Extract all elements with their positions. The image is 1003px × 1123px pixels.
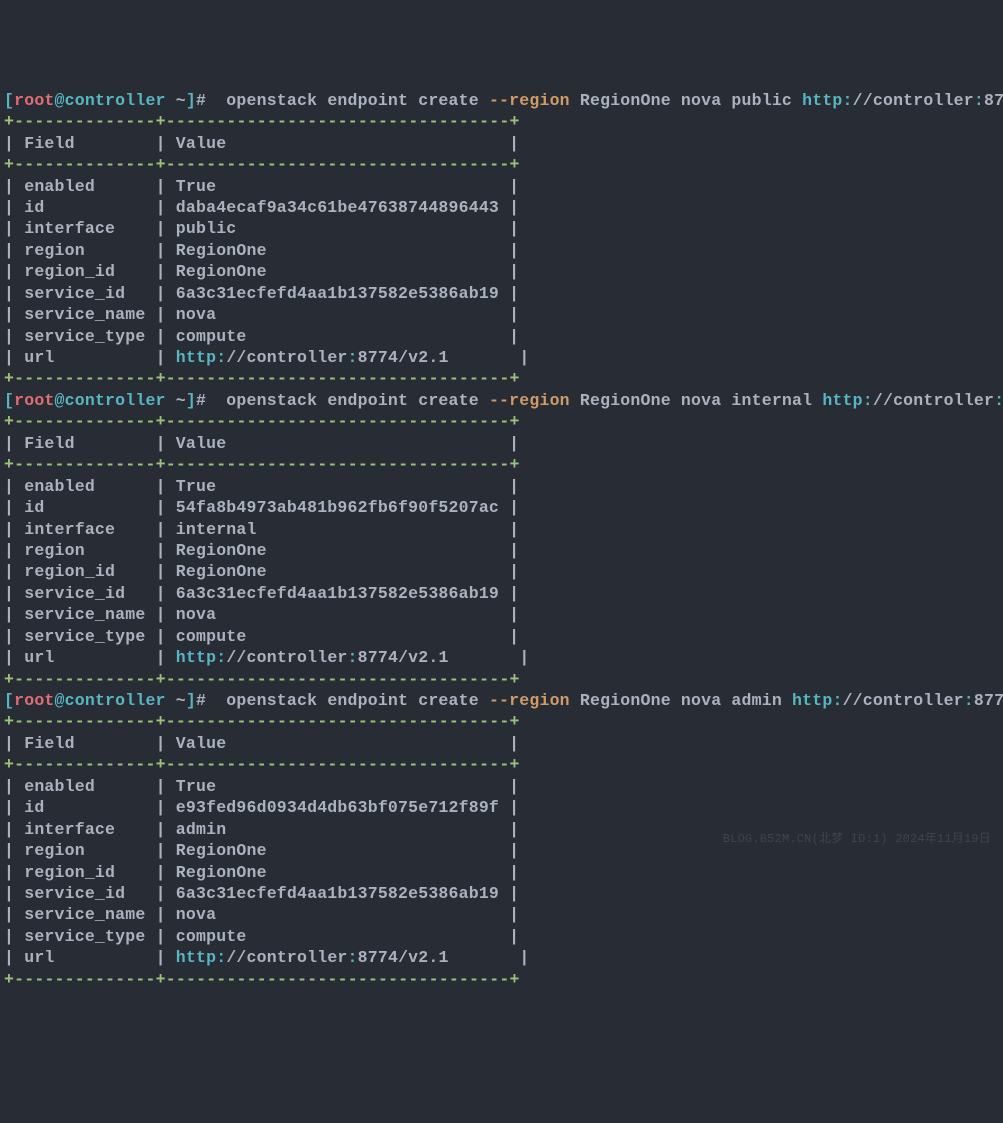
watermark: BLOG.B52M.CN(北梦 ID:1) 2024年11月19日	[723, 832, 991, 848]
terminal-output[interactable]: [root@controller ~]# openstack endpoint …	[4, 90, 999, 990]
